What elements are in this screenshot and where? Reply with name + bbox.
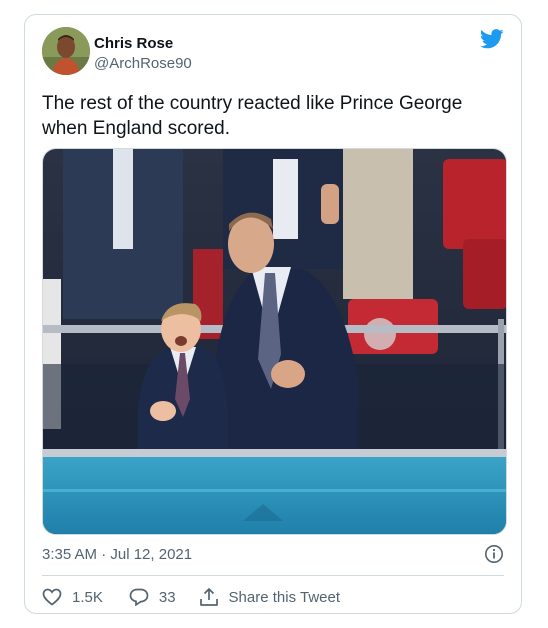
tweet-media-photo[interactable] bbox=[42, 148, 507, 535]
reply-count: 33 bbox=[158, 588, 176, 606]
divider bbox=[42, 575, 504, 576]
tweet-timestamp[interactable]: 3:35 AM · Jul 12, 2021 bbox=[42, 546, 192, 563]
like-count: 1.5K bbox=[72, 588, 103, 606]
share-icon bbox=[199, 588, 218, 606]
heart-icon bbox=[42, 588, 62, 606]
like-button[interactable]: 1.5K bbox=[42, 588, 103, 606]
tweet-text: The rest of the country reacted like Pri… bbox=[42, 93, 463, 139]
info-icon[interactable] bbox=[484, 544, 504, 569]
tweet-card: Chris Rose @ArchRose90 The rest of the c… bbox=[24, 14, 522, 614]
twitter-bird-icon[interactable] bbox=[479, 29, 504, 54]
tweet-actions: 1.5K 33 Share this Tweet bbox=[42, 586, 340, 608]
author-name[interactable]: Chris Rose bbox=[94, 35, 173, 52]
author-handle[interactable]: @ArchRose90 bbox=[94, 55, 192, 72]
speech-bubble-icon bbox=[129, 588, 149, 606]
avatar[interactable] bbox=[42, 27, 90, 75]
reply-button[interactable]: 33 bbox=[129, 588, 176, 606]
share-button[interactable]: Share this Tweet bbox=[199, 587, 340, 607]
share-label: Share this Tweet bbox=[228, 588, 340, 606]
